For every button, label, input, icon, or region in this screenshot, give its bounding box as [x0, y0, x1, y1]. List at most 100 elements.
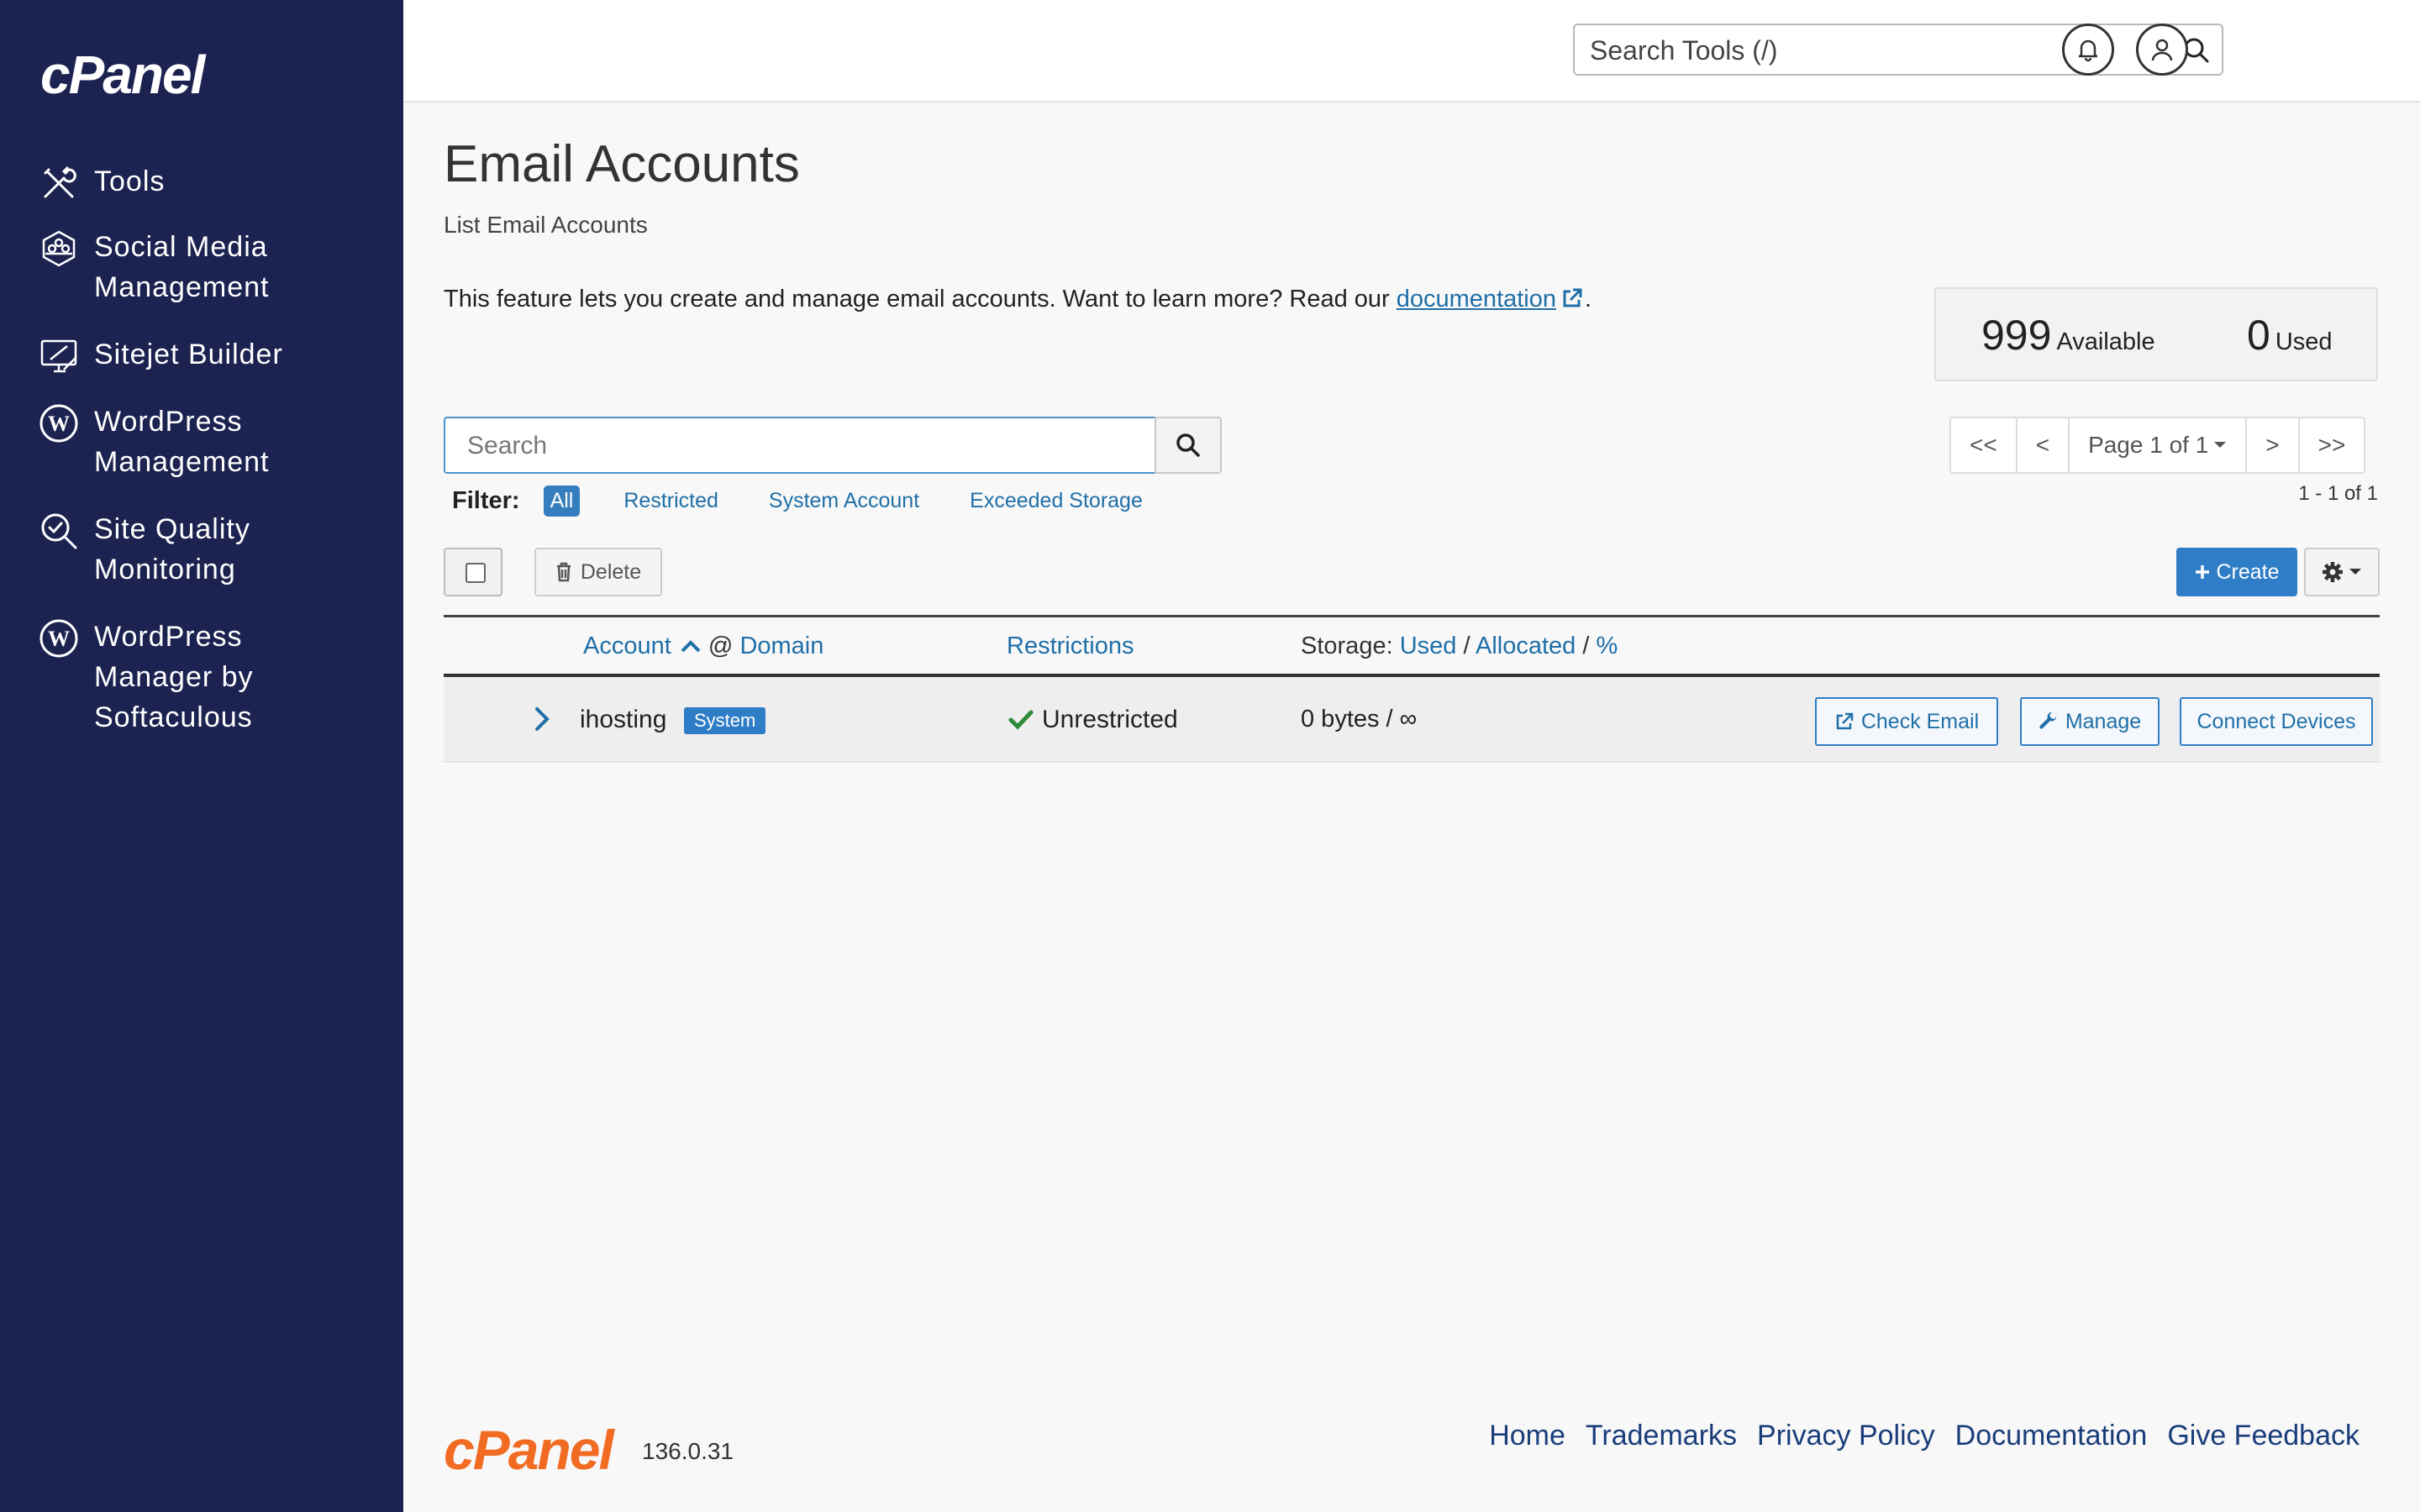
wrench-icon — [2039, 711, 2056, 729]
available-count: 999 — [1981, 312, 2052, 359]
checkmark-icon — [1008, 710, 1034, 730]
restriction-label: Unrestricted — [1042, 706, 1178, 733]
account-domain-header: Account @ Domain — [583, 633, 823, 660]
social-media-icon — [42, 230, 76, 267]
filter-label: Filter: — [452, 487, 520, 514]
sort-account-link[interactable]: Account — [583, 633, 671, 659]
caret-down-icon — [2349, 569, 2361, 575]
external-link-icon — [1836, 712, 1854, 730]
search-tools-box[interactable] — [1573, 24, 2223, 76]
sidebar-item-label: WordPress Manager by Softaculous — [94, 621, 254, 733]
search-icon — [1176, 433, 1200, 457]
filter-bar: Filter: All Restricted System Account Ex… — [452, 486, 1186, 517]
slash-separator: / — [1582, 633, 1590, 659]
account-search-button[interactable] — [1155, 417, 1222, 474]
slash-separator: / — [1463, 633, 1470, 659]
filter-restricted[interactable]: Restricted — [617, 486, 725, 517]
sitejet-icon — [40, 339, 77, 373]
at-symbol: @ — [708, 633, 734, 659]
delete-button[interactable]: Delete — [534, 548, 662, 596]
bell-icon — [2078, 39, 2098, 61]
documentation-link[interactable]: documentation — [1397, 286, 1585, 312]
settings-dropdown-button[interactable] — [2304, 548, 2380, 596]
system-badge: System — [684, 707, 766, 734]
footer-link-privacy[interactable]: Privacy Policy — [1757, 1420, 1935, 1452]
storage-header: Storage: Used / Allocated / % — [1301, 633, 1618, 660]
filter-system-account[interactable]: System Account — [762, 486, 926, 517]
account-stats: 999 Available 0 Used — [1934, 287, 2378, 381]
sort-percent-link[interactable]: % — [1597, 633, 1618, 659]
used-label: Used — [2275, 328, 2333, 355]
sort-restrictions-link[interactable]: Restrictions — [1007, 633, 1134, 659]
sidebar-item-label: Site Quality Monitoring — [94, 513, 250, 585]
plus-icon — [2196, 565, 2210, 579]
intro-text: This feature lets you create and manage … — [444, 286, 1591, 313]
create-button[interactable]: Create — [2176, 548, 2297, 596]
filter-exceeded-storage[interactable]: Exceeded Storage — [963, 486, 1150, 517]
top-header — [403, 0, 2420, 102]
chevron-right-icon[interactable] — [533, 706, 551, 732]
user-menu-button[interactable] — [2136, 24, 2188, 76]
table-header: Account @ Domain Restrictions Storage: U… — [444, 615, 2380, 677]
intro-text-body: This feature lets you create and manage … — [444, 286, 1390, 312]
intro-text-end: . — [1585, 286, 1592, 312]
select-all-checkbox[interactable] — [444, 548, 502, 596]
notifications-button[interactable] — [2062, 24, 2114, 76]
gear-icon — [2323, 562, 2343, 582]
sidebar-item-label: Tools — [94, 165, 166, 197]
sidebar-item-label: Sitejet Builder — [94, 339, 283, 370]
external-link-icon — [1563, 288, 1582, 307]
sort-domain-link[interactable]: Domain — [739, 633, 823, 659]
version-number: 136.0.31 — [642, 1438, 734, 1464]
footer-links: Home Trademarks Privacy Policy Documenta… — [1469, 1420, 2360, 1452]
filter-all[interactable]: All — [543, 486, 581, 517]
documentation-link-text: documentation — [1396, 286, 1557, 312]
tools-icon — [44, 166, 76, 198]
result-range: 1 - 1 of 1 — [2298, 482, 2378, 505]
sidebar: cPanel Tools Social Media Management Sit… — [0, 0, 403, 1512]
svg-text:W: W — [48, 627, 70, 651]
account-search-input[interactable] — [466, 428, 1124, 464]
cpanel-logo[interactable]: cPanel — [40, 44, 205, 106]
sort-asc-icon[interactable] — [680, 638, 702, 654]
storage-value: 0 bytes / ∞ — [1301, 706, 1418, 732]
footer-link-documentation[interactable]: Documentation — [1955, 1420, 2148, 1452]
check-email-button[interactable]: Check Email — [1815, 697, 1998, 746]
wordpress-icon: W — [39, 404, 78, 443]
manage-button[interactable]: Manage — [2020, 697, 2160, 746]
connect-devices-button[interactable]: Connect Devices — [2180, 697, 2373, 746]
sidebar-item-label: Social Media Management — [94, 231, 270, 303]
sidebar-item-label: WordPress Management — [94, 406, 270, 478]
sidebar-item-site-quality[interactable]: Site Quality Monitoring — [39, 509, 291, 590]
first-page-button[interactable]: << — [1949, 417, 2018, 474]
sidebar-item-wordpress[interactable]: W WordPress Management — [39, 402, 291, 482]
storage-label: Storage: — [1301, 633, 1393, 659]
wordpress-icon: W — [39, 619, 78, 658]
sort-allocated-link[interactable]: Allocated — [1476, 633, 1576, 659]
sidebar-item-wordpress-softaculous[interactable]: W WordPress Manager by Softaculous — [39, 617, 316, 738]
svg-text:W: W — [48, 412, 70, 436]
restriction-status: Unrestricted — [1008, 706, 1178, 734]
prev-page-button[interactable]: < — [2015, 417, 2070, 474]
account-search-box[interactable] — [444, 417, 1156, 474]
sidebar-item-social-media[interactable]: Social Media Management — [39, 227, 291, 307]
used-stat: 0 Used — [2247, 311, 2333, 360]
footer-link-feedback[interactable]: Give Feedback — [2167, 1420, 2360, 1452]
sort-used-link[interactable]: Used — [1400, 633, 1457, 659]
connect-devices-label: Connect Devices — [2196, 709, 2356, 733]
page-select-label: Page 1 of 1 — [2088, 432, 2209, 458]
footer-link-trademarks[interactable]: Trademarks — [1586, 1420, 1737, 1452]
site-quality-icon — [41, 513, 77, 549]
footer-cpanel-logo: cPanel — [444, 1419, 614, 1481]
sidebar-item-tools[interactable]: Tools — [39, 161, 165, 203]
last-page-button[interactable]: >> — [2297, 417, 2366, 474]
page-title: Email Accounts — [444, 135, 800, 193]
page-select[interactable]: Page 1 of 1 — [2068, 417, 2248, 474]
footer-link-home[interactable]: Home — [1489, 1420, 1565, 1452]
used-count: 0 — [2247, 312, 2270, 359]
sidebar-item-sitejet[interactable]: Sitejet Builder — [39, 334, 283, 376]
manage-label: Manage — [2065, 709, 2142, 733]
create-button-label: Create — [2216, 559, 2280, 584]
next-page-button[interactable]: > — [2245, 417, 2300, 474]
restrictions-header: Restrictions — [1007, 633, 1134, 660]
